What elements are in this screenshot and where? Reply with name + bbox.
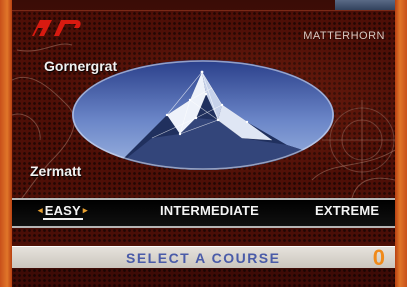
difficulty-menu: ◂ EASY ▸ INTERMEDIATE EXTREME [12, 198, 395, 228]
location-label-gornergrat: Gornergrat [44, 58, 118, 74]
mountain-preview [72, 60, 334, 170]
ar-logo-icon [32, 20, 81, 36]
game-screen: MATTERHORN Gornergrat Zermatt ◂ EASY ▸ I… [0, 0, 407, 287]
divider-band [12, 228, 395, 244]
location-label-zermatt: Zermatt [30, 163, 82, 179]
difficulty-option-extreme[interactable]: EXTREME [315, 203, 379, 218]
difficulty-option-easy[interactable]: ◂ EASY ▸ [38, 203, 88, 220]
difficulty-option-intermediate[interactable]: INTERMEDIATE [160, 203, 259, 218]
peak-name-label: MATTERHORN [303, 30, 385, 42]
matterhorn-image [72, 60, 334, 170]
difficulty-label-easy: EASY [42, 203, 83, 220]
select-course-prompt: SELECT A COURSE [126, 250, 281, 266]
bottom-strip [12, 268, 395, 287]
right-arrow-icon[interactable]: ▸ [83, 205, 88, 215]
frame-left [0, 0, 12, 287]
left-arrow-icon[interactable]: ◂ [38, 205, 43, 215]
frame-right [395, 0, 407, 287]
status-bar: SELECT A COURSE 0 [12, 245, 395, 270]
